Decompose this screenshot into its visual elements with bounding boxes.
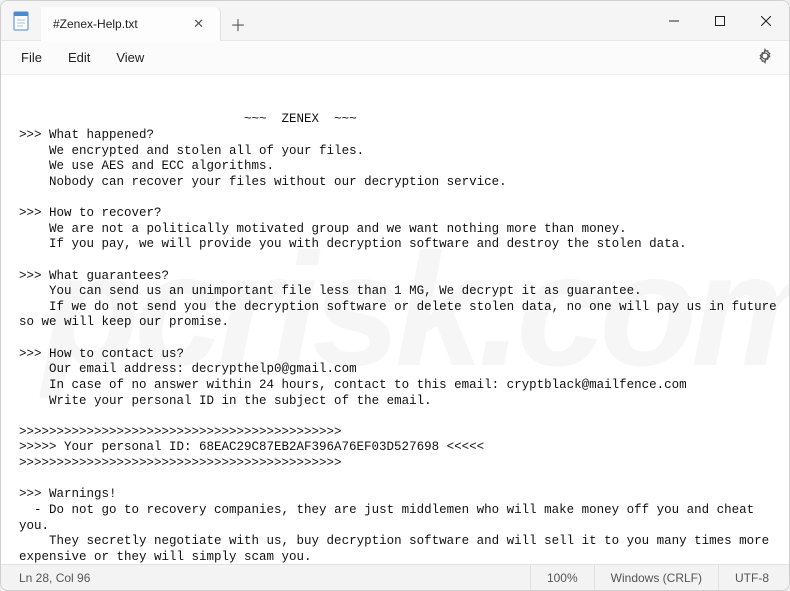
menu-view[interactable]: View <box>104 46 156 69</box>
minimize-button[interactable] <box>651 1 697 40</box>
gear-icon <box>757 48 773 64</box>
statusbar: Ln 28, Col 96 100% Windows (CRLF) UTF-8 <box>1 564 789 590</box>
status-encoding[interactable]: UTF-8 <box>718 565 785 590</box>
new-tab-button[interactable]: ＋ <box>221 7 255 41</box>
status-zoom[interactable]: 100% <box>530 565 594 590</box>
menu-edit[interactable]: Edit <box>56 46 102 69</box>
notepad-icon <box>1 1 41 40</box>
status-eol[interactable]: Windows (CRLF) <box>594 565 718 590</box>
menubar: File Edit View <box>1 41 789 75</box>
close-window-button[interactable] <box>743 1 789 40</box>
document-text: ~~~ ZENEX ~~~ >>> What happened? We encr… <box>19 112 784 564</box>
notepad-window: #Zenex-Help.txt ✕ ＋ File Edit View pcris… <box>0 0 790 591</box>
titlebar: #Zenex-Help.txt ✕ ＋ <box>1 1 789 41</box>
file-tab[interactable]: #Zenex-Help.txt ✕ <box>41 7 221 41</box>
tab-title: #Zenex-Help.txt <box>53 17 138 31</box>
text-editor-area[interactable]: pcrisk.com ~~~ ZENEX ~~~ >>> What happen… <box>1 75 789 564</box>
menu-file[interactable]: File <box>9 46 54 69</box>
status-position: Ln 28, Col 96 <box>5 565 106 590</box>
maximize-button[interactable] <box>697 1 743 40</box>
window-controls <box>651 1 789 40</box>
close-tab-button[interactable]: ✕ <box>187 14 210 34</box>
settings-button[interactable] <box>749 44 781 71</box>
